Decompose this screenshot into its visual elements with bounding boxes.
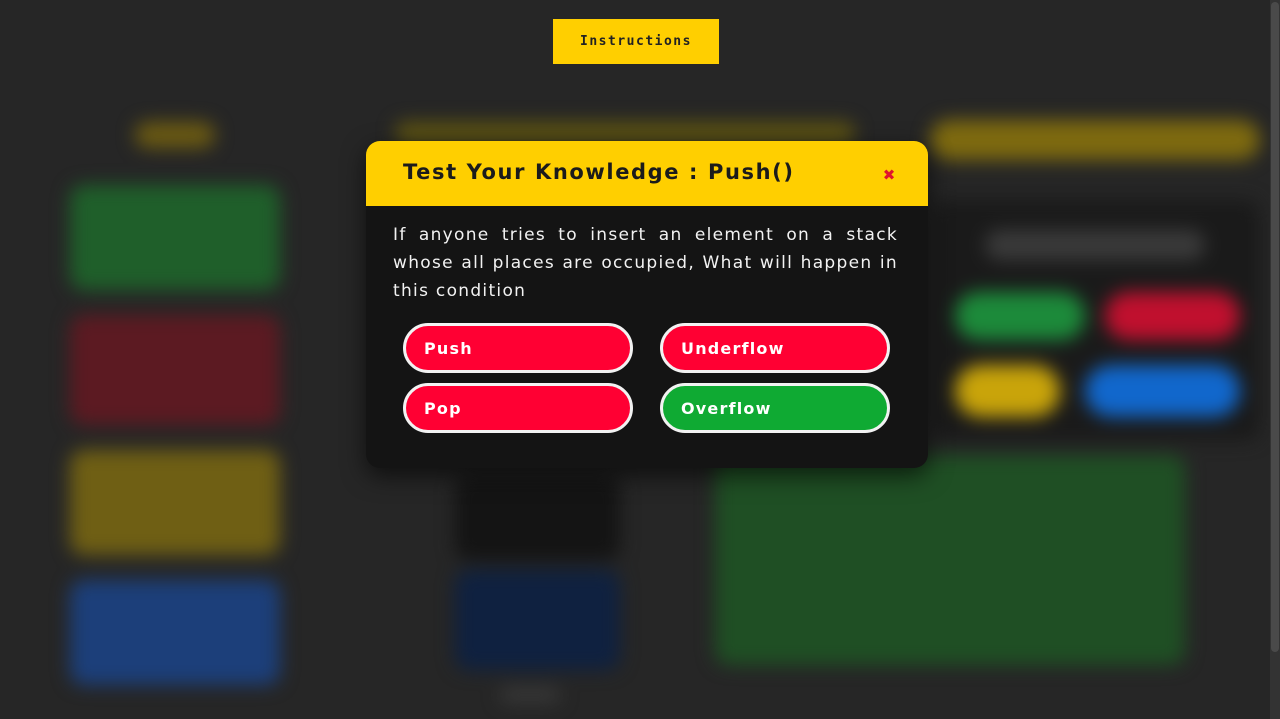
- question-text: If anyone tries to insert an element on …: [393, 225, 898, 301]
- instructions-button[interactable]: Instructions: [553, 19, 719, 64]
- option-label: Overflow: [681, 398, 772, 418]
- close-icon[interactable]: ✖: [880, 166, 898, 184]
- page-scrollbar[interactable]: [1270, 0, 1280, 719]
- bg-blue-card: [70, 580, 280, 685]
- option-underflow[interactable]: Underflow: [660, 323, 890, 373]
- option-overflow[interactable]: Overflow: [660, 383, 890, 433]
- bg-stack-dark: [455, 475, 620, 560]
- bg-yellow-pill: [955, 365, 1060, 417]
- bg-green-pill: [955, 292, 1085, 340]
- modal-header: Test Your Knowledge : Push() ✖: [366, 141, 928, 206]
- bg-right-heading: [930, 120, 1260, 160]
- bg-yellow-card: [70, 450, 280, 555]
- bg-blue-pill: [1085, 365, 1240, 417]
- quiz-modal: Test Your Knowledge : Push() ✖ If anyone…: [366, 141, 928, 468]
- option-label: Underflow: [681, 338, 785, 358]
- bg-stack-label: [500, 688, 560, 702]
- bg-green-panel: [715, 455, 1185, 665]
- modal-title: Test Your Knowledge : Push(): [403, 160, 795, 184]
- bg-right-input: [985, 230, 1205, 260]
- bg-green-card: [70, 185, 280, 290]
- scrollbar-thumb[interactable]: [1271, 2, 1279, 652]
- bg-stack-blue: [455, 570, 620, 670]
- option-push[interactable]: Push: [403, 323, 633, 373]
- option-pop[interactable]: Pop: [403, 383, 633, 433]
- bg-left-heading: [135, 122, 215, 148]
- option-label: Push: [424, 338, 473, 358]
- bg-red-pill: [1105, 292, 1240, 340]
- bg-red-card: [70, 315, 280, 425]
- option-label: Pop: [424, 398, 462, 418]
